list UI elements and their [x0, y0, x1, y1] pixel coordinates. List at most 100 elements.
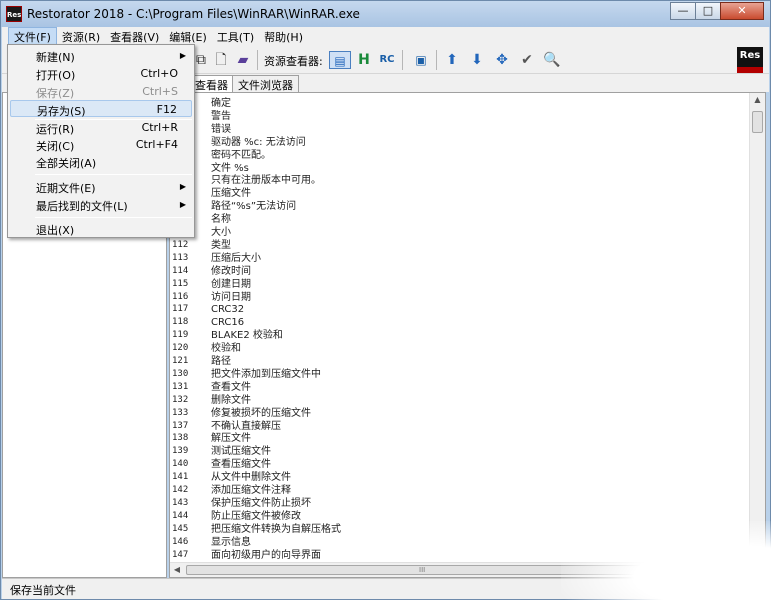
dialog-icon[interactable]: ▣ — [410, 51, 432, 69]
table-row[interactable]: 121 路径 — [170, 355, 750, 368]
table-row[interactable]: 115 创建日期 — [170, 278, 750, 291]
menu-item-label: 打开(O) — [36, 69, 76, 82]
string-text: 访问日期 — [211, 291, 251, 303]
table-row[interactable]: 130 把文件添加到压缩文件中 — [170, 368, 750, 381]
table-row[interactable]: 131 查看文件 — [170, 381, 750, 394]
menu-item-new[interactable]: 新建(N) ▶ — [10, 47, 192, 64]
scroll-grip: III — [419, 566, 426, 574]
table-row[interactable]: 137 不确认直接解压 — [170, 420, 750, 433]
string-id: 121 — [172, 356, 189, 366]
scroll-left-icon[interactable]: ◀ — [170, 563, 184, 577]
table-row[interactable]: 压缩文件 — [170, 187, 750, 200]
menu-viewer[interactable]: 查看器(V) — [105, 28, 164, 46]
table-row[interactable]: 112 类型 — [170, 239, 750, 252]
table-row[interactable]: 120 校验和 — [170, 342, 750, 355]
table-row[interactable]: 138 解压文件 — [170, 432, 750, 445]
menu-item-last-found-files[interactable]: 最后找到的文件(L) ▶ — [10, 196, 192, 213]
string-id: 132 — [172, 394, 189, 405]
table-row[interactable]: 139 测试压缩文件 — [170, 445, 750, 458]
menu-item-recent-files[interactable]: 近期文件(E) ▶ — [10, 178, 192, 195]
vertical-scrollbar[interactable]: ▲ ▼ — [749, 93, 765, 563]
string-id: 141 — [172, 472, 189, 483]
table-row[interactable]: 141 从文件中删除文件 — [170, 471, 750, 484]
string-id: 133 — [172, 407, 189, 418]
string-text: CRC16 — [211, 317, 245, 329]
minimize-button[interactable]: — — [670, 2, 696, 20]
title-bar[interactable]: Res Restorator 2018 - C:\Program Files\W… — [1, 1, 770, 27]
menu-separator — [35, 174, 192, 175]
hex-h-icon[interactable]: H — [355, 51, 373, 69]
string-id: 119 — [172, 330, 189, 341]
close-button[interactable]: ✕ — [720, 2, 764, 20]
table-row[interactable]: 文件 %s — [170, 162, 750, 175]
table-row[interactable]: 确定 — [170, 97, 750, 110]
string-id: 112 — [172, 239, 189, 250]
window-title: Restorator 2018 - C:\Program Files\WinRA… — [27, 7, 360, 21]
table-row[interactable]: 114 修改时间 — [170, 265, 750, 278]
menu-item-label: 关闭(C) — [36, 140, 75, 153]
string-text: 防止压缩文件被修改 — [211, 510, 301, 522]
menu-item-label: 另存为(S) — [37, 105, 86, 118]
menu-item-save: 保存(Z) Ctrl+S — [10, 83, 192, 100]
string-id: 120 — [172, 343, 189, 354]
table-row[interactable]: 只有在注册版本中可用。 — [170, 174, 750, 187]
table-row[interactable]: 132 删除文件 — [170, 394, 750, 407]
tab-file-browser[interactable]: 文件浏览器 — [232, 75, 299, 92]
string-id: 117 — [172, 304, 189, 315]
table-row[interactable]: 117 CRC32 — [170, 303, 750, 316]
string-text: 从文件中删除文件 — [211, 472, 291, 484]
restorator-app-icon[interactable]: Res — [6, 6, 22, 22]
table-row[interactable]: 119 BLAKE2 校验和 — [170, 329, 750, 342]
string-table-viewer[interactable]: 确定 警告 错误 驱动器 %c: 无法访问 密码不匹配。 文件 %s 只有在注册版本中可用。… — [169, 92, 766, 578]
table-row[interactable]: 错误 — [170, 123, 750, 136]
string-text: 查看压缩文件 — [211, 459, 271, 471]
menu-resource[interactable]: 资源(R) — [57, 28, 105, 46]
page-icon[interactable]: 🗋 — [212, 51, 230, 69]
menu-item-close-all[interactable]: 全部关闭(A) — [10, 153, 192, 170]
table-row[interactable]: 名称 — [170, 213, 750, 226]
menu-tools[interactable]: 工具(T) — [212, 28, 259, 46]
menu-item-close[interactable]: 关闭(C) Ctrl+F4 — [10, 136, 192, 153]
scroll-up-icon[interactable]: ▲ — [750, 93, 765, 107]
string-text: 密码不匹配。 — [211, 149, 271, 161]
arrow-up-icon[interactable]: ⬆ — [443, 51, 461, 69]
arrow-down-icon[interactable]: ⬇ — [468, 51, 486, 69]
table-row[interactable]: 113 压缩后大小 — [170, 252, 750, 265]
tab-viewer[interactable]: 查看器 — [189, 75, 234, 92]
string-id: 115 — [172, 278, 189, 289]
table-row[interactable]: 路径“%s”无法访问 — [170, 200, 750, 213]
find-icon[interactable]: 🔍 — [543, 51, 561, 69]
table-row[interactable]: 143 保护压缩文件防止损坏 — [170, 497, 750, 510]
menu-item-label: 保存(Z) — [36, 87, 75, 100]
corner-highlight — [561, 521, 771, 600]
maximize-button[interactable]: □ — [695, 2, 721, 20]
move-icon[interactable]: ✥ — [493, 51, 511, 69]
check-icon[interactable]: ✔ — [518, 51, 536, 69]
book-icon[interactable]: ▰ — [234, 51, 252, 69]
submenu-arrow-icon: ▶ — [179, 182, 186, 191]
menu-item-label: 全部关闭(A) — [36, 157, 97, 170]
table-row[interactable]: 133 修复被损坏的压缩文件 — [170, 407, 750, 420]
table-row[interactable]: 警告 — [170, 110, 750, 123]
vertical-scroll-thumb[interactable] — [752, 111, 763, 133]
viewer-window-icon[interactable]: ▤ — [329, 51, 351, 69]
table-row[interactable]: 密码不匹配。 — [170, 149, 750, 162]
table-row[interactable]: 118 CRC16 — [170, 316, 750, 329]
menu-item-exit[interactable]: 退出(X) — [10, 220, 192, 237]
string-id: 144 — [172, 510, 189, 521]
menu-edit[interactable]: 编辑(E) — [164, 28, 212, 46]
table-row[interactable]: 116 访问日期 — [170, 291, 750, 304]
menu-item-run[interactable]: 运行(R) Ctrl+R — [10, 119, 192, 136]
menu-item-save-as[interactable]: 另存为(S) F12 — [10, 100, 192, 118]
menu-help[interactable]: 帮助(H) — [259, 28, 308, 46]
menu-item-label: 最后找到的文件(L) — [36, 200, 128, 213]
menu-item-shortcut: F12 — [156, 103, 177, 116]
table-row[interactable]: 大小 — [170, 226, 750, 239]
string-text: 不确认直接解压 — [211, 420, 281, 432]
table-row[interactable]: 驱动器 %c: 无法访问 — [170, 136, 750, 149]
rc-icon[interactable]: RC — [378, 51, 396, 69]
string-table-rows: 确定 警告 错误 驱动器 %c: 无法访问 密码不匹配。 文件 %s 只有在注册版本中可用。… — [170, 93, 750, 563]
menu-item-open[interactable]: 打开(O) Ctrl+O — [10, 65, 192, 82]
table-row[interactable]: 140 查看压缩文件 — [170, 458, 750, 471]
table-row[interactable]: 142 添加压缩文件注释 — [170, 484, 750, 497]
